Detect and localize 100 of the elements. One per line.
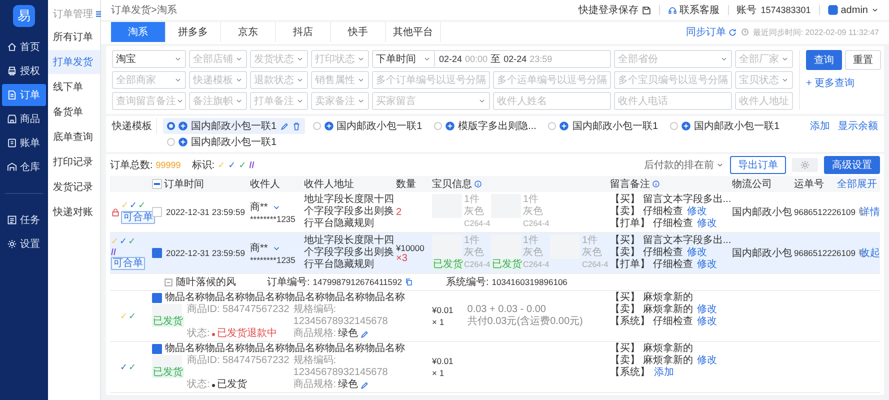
- submenu-item[interactable]: 打印记录: [48, 150, 100, 174]
- filter-input[interactable]: 收件人地址: [735, 92, 793, 110]
- spec-value: 绿色: [338, 328, 358, 340]
- edit-icon[interactable]: [360, 380, 370, 390]
- select-all-checkbox[interactable]: [152, 179, 162, 189]
- copy-icon[interactable]: [404, 278, 413, 286]
- copy-icon[interactable]: [858, 208, 866, 216]
- delete-icon[interactable]: [292, 122, 301, 130]
- remark-action-link[interactable]: 修改: [696, 218, 717, 230]
- item-price: ¥0.01: [432, 355, 454, 367]
- printer-icon: [7, 66, 17, 76]
- user-menu[interactable]: admin: [828, 4, 879, 16]
- quick-save-link[interactable]: 快捷登录保存: [578, 3, 651, 17]
- sync-orders-link[interactable]: 同步订单: [686, 25, 737, 39]
- filter-input[interactable]: 收件人姓名: [493, 92, 611, 110]
- submenu-item[interactable]: 打单发货: [48, 50, 100, 74]
- filter-input[interactable]: 收件人电话: [614, 92, 732, 110]
- start-date: 02-24: [439, 54, 462, 64]
- remark-action-link[interactable]: 修改: [696, 304, 717, 316]
- expand-all-link[interactable]: 全部展开: [837, 177, 880, 191]
- filter-input[interactable]: 多个订单编号以逗号分隔: [372, 71, 490, 89]
- item-quantity: 1件: [523, 194, 540, 206]
- shipped-tag: 已发货: [491, 259, 523, 270]
- caret-icon: [235, 55, 243, 63]
- submenu-item[interactable]: 备货单: [48, 100, 100, 124]
- date-range-field[interactable]: 下单时间 02-24 00:00 至 02-24 23:59: [372, 50, 611, 68]
- sort-dropdown[interactable]: 后付款的排在前: [644, 158, 724, 172]
- submenu-item[interactable]: 所有订单: [48, 25, 100, 49]
- submenu-item[interactable]: 线下单: [48, 75, 100, 99]
- platform-tab[interactable]: 其他平台: [386, 22, 441, 42]
- collapse-icon[interactable]: [164, 278, 173, 286]
- edit-icon[interactable]: [360, 330, 370, 338]
- document-icon: [7, 90, 17, 100]
- caret-icon: [478, 97, 486, 105]
- remark-action-link[interactable]: 添加: [654, 367, 674, 379]
- column-header: 留言备注: [610, 178, 650, 191]
- clock-icon: [740, 28, 749, 36]
- platform-tab[interactable]: 京东: [221, 22, 276, 42]
- flag-mark: ✓: [218, 160, 226, 170]
- platform-tab[interactable]: 抖店: [276, 22, 331, 42]
- radio-button[interactable]: [167, 122, 175, 130]
- reset-button[interactable]: 重置: [845, 50, 881, 70]
- add-template-link[interactable]: 添加: [810, 119, 830, 133]
- remark-action-link[interactable]: 修改: [686, 247, 707, 259]
- filter-select[interactable]: 淘宝: [112, 50, 186, 68]
- sidebar-item[interactable]: 首页: [2, 36, 46, 58]
- remark-action-link[interactable]: 修改: [696, 355, 717, 367]
- submenu-item[interactable]: 快递对账: [48, 200, 100, 224]
- spec-value: 绿色: [338, 379, 358, 391]
- more-filters-link[interactable]: + 更多查询: [806, 76, 881, 90]
- export-button[interactable]: 导出订单: [730, 156, 786, 174]
- search-button[interactable]: 查询: [806, 50, 842, 70]
- sidebar-item[interactable]: 账单: [2, 132, 46, 154]
- sidebar-item[interactable]: 仓库: [2, 156, 46, 178]
- sidebar-item[interactable]: 商品: [2, 108, 46, 130]
- row-checkbox[interactable]: [152, 248, 162, 258]
- template-option[interactable]: 国内邮政小包一联1: [666, 118, 784, 134]
- submenu-item[interactable]: 底单查询: [48, 125, 100, 149]
- platform-tab[interactable]: 淘系: [111, 22, 166, 42]
- order-time: 2022-12-31 23:59:59: [165, 248, 246, 258]
- template-option[interactable]: 国内邮政小包一联1: [308, 118, 426, 134]
- filter-input[interactable]: 多个运单编号以逗号分隔: [493, 71, 611, 89]
- flag-mark: ✓: [128, 310, 136, 322]
- time-type-select[interactable]: 下单时间: [373, 51, 435, 67]
- remark-action-link[interactable]: 修改: [696, 259, 717, 271]
- start-time: 00:00: [465, 54, 488, 64]
- remark-action-link[interactable]: 修改: [686, 206, 707, 218]
- template-option[interactable]: 国内邮政小包一联1: [544, 118, 662, 134]
- remark-action-link[interactable]: 修改: [696, 316, 717, 328]
- row-action-link[interactable]: 详情: [860, 205, 883, 219]
- show-balance-link[interactable]: 显示余额: [838, 119, 878, 133]
- settings-button[interactable]: [792, 158, 818, 172]
- order-time: 2022-12-31 23:59:59: [165, 207, 246, 217]
- template-option[interactable]: 模版字多出则隐...: [430, 118, 540, 134]
- submenu-item[interactable]: 发货记录: [48, 175, 100, 199]
- template-option[interactable]: 国内邮政小包一联1: [163, 118, 305, 134]
- advanced-settings-button[interactable]: 高级设置: [824, 156, 880, 174]
- item-checkbox[interactable]: [152, 293, 162, 303]
- item-title: 物品名称物品名称物品名称物品名称物品名称物品名称: [165, 292, 405, 304]
- sidebar-item[interactable]: 任务: [2, 209, 46, 231]
- item-price: ¥0.01: [432, 304, 454, 316]
- template-label: 快递模板: [112, 118, 157, 134]
- sidebar-item[interactable]: 订单: [2, 84, 46, 106]
- flag-mark: ✓: [138, 200, 146, 211]
- item-status: 已发货: [216, 379, 247, 391]
- row-action-link[interactable]: 收起: [860, 246, 883, 260]
- platform-tab[interactable]: 拼多多: [166, 22, 221, 42]
- template-option[interactable]: 国内邮政小包一联1: [163, 134, 281, 150]
- item-checkbox[interactable]: [152, 344, 162, 354]
- filter-input[interactable]: 多个宝贝编号以逗号分隔: [614, 71, 732, 89]
- edit-icon[interactable]: [280, 122, 289, 130]
- platform-tab[interactable]: 快手: [331, 22, 386, 42]
- order-quantity: 2: [396, 206, 403, 218]
- item-quantity: 1件: [523, 235, 540, 247]
- shop-icon: [7, 114, 17, 124]
- support-link[interactable]: 联系客服: [668, 3, 720, 17]
- tracking-number: 9686512226109: [794, 248, 856, 258]
- sidebar-item[interactable]: 授权: [2, 60, 46, 82]
- sidebar-item[interactable]: 设置: [2, 233, 46, 255]
- caret-icon: [423, 55, 431, 63]
